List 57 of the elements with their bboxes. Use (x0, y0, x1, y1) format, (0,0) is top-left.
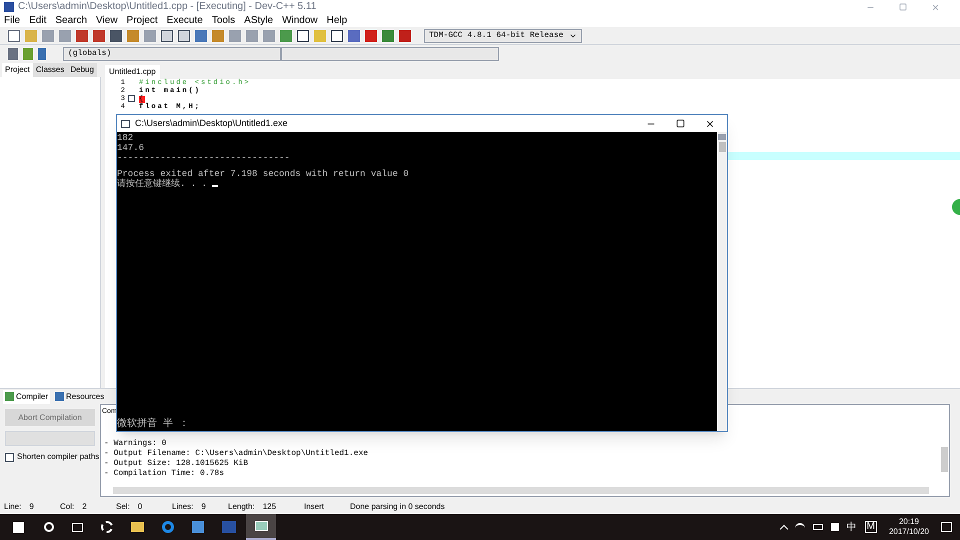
panel-tab[interactable]: Classes (32, 63, 68, 77)
checkbox-label: Shorten compiler paths (17, 451, 100, 463)
status-label: Lines: (172, 501, 194, 513)
text-cursor (212, 185, 218, 187)
maximize-icon[interactable] (676, 119, 685, 128)
ime-status: 微软拼音 半 ： (117, 420, 190, 430)
menu-item[interactable]: View (96, 16, 118, 26)
panel-tab[interactable]: Compiler (3, 390, 50, 404)
horizontal-scrollbar[interactable] (113, 487, 929, 494)
search-icon[interactable] (44, 522, 54, 532)
compiler-select[interactable]: TDM-GCC 4.8.1 64-bit Release (424, 28, 582, 42)
menu-item[interactable]: Execute (166, 16, 203, 26)
status-value: 2 (82, 501, 87, 513)
editor-tab[interactable]: Untitled1.cpp (105, 65, 160, 79)
status-value: 9 (29, 501, 34, 513)
menu-item[interactable]: Help (326, 16, 348, 26)
menu-item[interactable]: AStyle (244, 16, 274, 26)
status-value: 125 (262, 501, 276, 513)
browser-icon[interactable] (162, 521, 174, 533)
log-line: - Compilation Time: 0.78s (103, 469, 226, 479)
log-line: - Output Filename: C:\Users\admin\Desktop\Untitled1.exe (103, 449, 370, 459)
fold-toggle-icon[interactable] (128, 95, 134, 102)
status-label: Line: (4, 501, 22, 513)
checkbox[interactable] (5, 452, 14, 462)
console-line: Process exited after 7.198 seconds with return value 0 (117, 169, 409, 179)
panel-tab[interactable]: Resources (53, 390, 106, 404)
menu-item[interactable]: Project (126, 16, 158, 26)
menu-item[interactable]: Window (282, 16, 318, 26)
console-line: 请按任意键继续. . . (117, 179, 208, 189)
clock[interactable]: 20:19 2017/10/20 (884, 517, 933, 537)
status-value: Insert (304, 501, 324, 513)
console-line: -------------------------------- (117, 153, 290, 163)
menu-item[interactable]: Tools (212, 16, 236, 26)
input-language[interactable]: 中 (846, 520, 857, 534)
status-label: Col: (60, 501, 74, 513)
console-task-button[interactable] (246, 514, 276, 540)
menu-item[interactable]: Edit (29, 16, 46, 26)
menu-item[interactable]: Search (55, 16, 88, 26)
menu-item[interactable]: File (4, 16, 20, 26)
status-value: Done parsing in 0 seconds (350, 501, 445, 513)
input-mode[interactable]: M (864, 521, 877, 533)
scope-select[interactable]: (globals) (63, 47, 281, 61)
status-value: 0 (138, 501, 142, 513)
symbol-select[interactable] (281, 47, 499, 61)
log-line: - Output Size: 128.1015625 KiB (103, 459, 250, 469)
console-title: C:\Users\admin\Desktop\Untitled1.exe (135, 116, 288, 130)
window-title: C:\Users\admin\Desktop\Untitled1.cpp - [Executing] - Dev-C++ 5.11 (18, 2, 316, 12)
console-line: 147.6 (117, 143, 144, 153)
log-line: - Warnings: 0 (103, 439, 168, 449)
panel-tab[interactable]: Project (2, 63, 33, 77)
vertical-scrollbar[interactable] (717, 132, 727, 431)
status-label: Sel: (116, 501, 130, 513)
vertical-scrollbar[interactable] (941, 447, 948, 472)
panel-tab[interactable]: Debug (67, 63, 97, 77)
console-line: 182 (117, 133, 134, 143)
status-value: 9 (201, 501, 206, 513)
status-label: Length: (228, 501, 255, 513)
